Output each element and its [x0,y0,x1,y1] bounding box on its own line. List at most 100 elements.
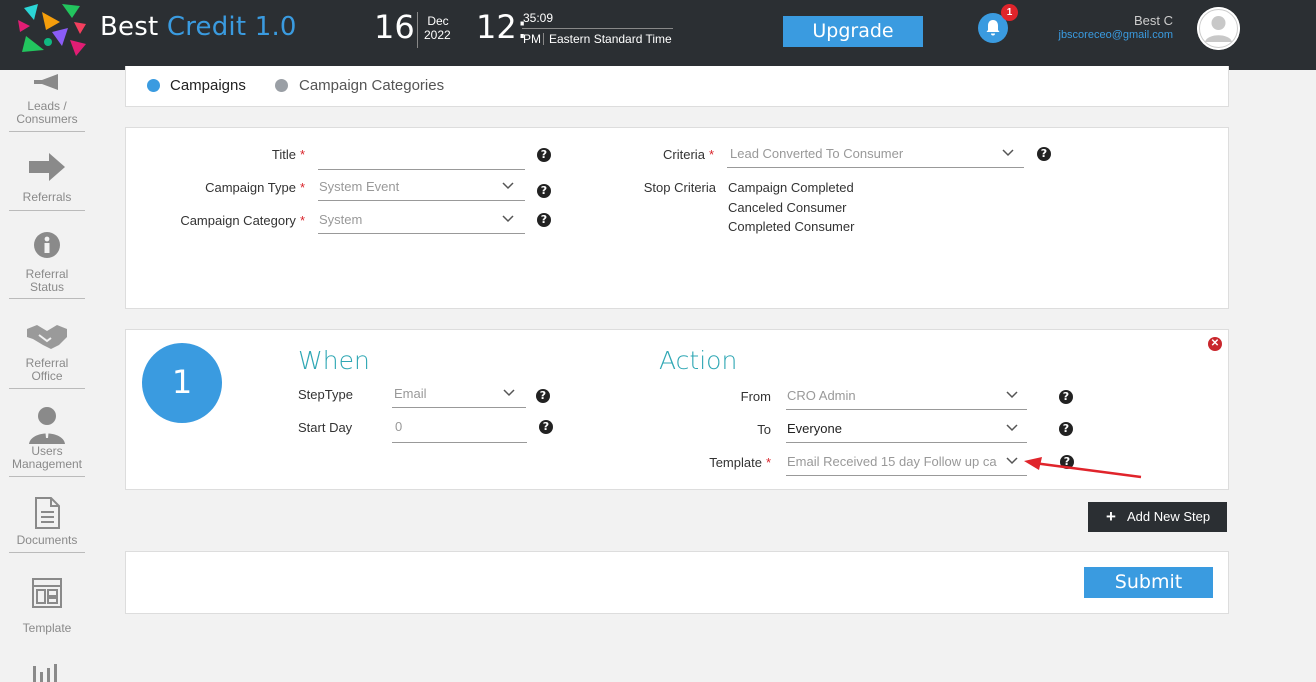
campaign-type-select[interactable]: System Event [319,179,399,194]
bell-icon [986,20,1000,36]
chevron-down-icon[interactable] [1002,149,1014,157]
brand-name: Best [100,12,167,42]
stop-criteria-item: Campaign Completed [728,180,854,195]
template-select[interactable]: Email Received 15 day Follow up ca [787,454,997,469]
chevron-down-icon[interactable] [1006,391,1018,399]
timezone: Eastern Standard Time [549,32,672,46]
annotation-arrow-icon [1024,457,1142,479]
help-icon[interactable]: ? [1059,422,1073,436]
sidebar-item-label: Documents [16,533,78,547]
chevron-down-icon[interactable] [1006,457,1018,465]
sidebar-divider [9,552,85,553]
help-icon[interactable]: ? [537,148,551,162]
stop-criteria-item: Canceled Consumer [728,200,847,215]
campaign-category-select[interactable]: System [319,212,362,227]
required-mark: * [765,455,771,470]
handshake-icon [27,325,67,349]
sidebar-item-referral-office[interactable]: Referral Office [9,323,85,383]
help-icon[interactable]: ? [1037,147,1051,161]
step-number-badge: 1 [142,343,222,423]
title-label: Title * [140,147,305,162]
radio-inactive-icon[interactable] [275,79,288,92]
criteria-label-text: Criteria [663,147,705,162]
action-heading: Action [659,346,738,375]
submit-panel [125,551,1229,614]
sidebar-item-referral-status[interactable]: Referral Status [9,231,85,294]
when-heading: When [298,346,370,375]
from-select[interactable]: CRO Admin [787,388,856,403]
chevron-down-icon[interactable] [502,215,514,223]
sidebar-item-label: Referrals [22,190,72,204]
startday-input[interactable]: 0 [395,419,402,434]
steptype-underline [392,407,526,408]
date-day: 16 [374,8,415,46]
upgrade-button[interactable]: Upgrade [783,16,923,47]
time-divider [522,28,673,29]
sidebar-item-users[interactable]: Users Management [9,404,85,471]
criteria-select[interactable]: Lead Converted To Consumer [730,146,903,161]
to-label: To [757,422,771,437]
sidebar-item-label: Referral Status [25,267,69,294]
document-icon [35,497,60,529]
chevron-down-icon[interactable] [503,389,515,397]
tab-campaign-categories[interactable]: Campaign Categories [299,77,444,94]
radio-active-icon[interactable] [147,79,160,92]
template-label-text: Template [709,455,762,470]
notification-badge: 1 [1001,4,1018,21]
sidebar-item-documents[interactable]: Documents [9,497,85,547]
template-underline [786,475,1027,476]
help-icon[interactable]: ? [539,420,553,434]
sidebar-item-leads[interactable]: Leads / Consumers [9,74,85,126]
sidebar-divider [9,298,85,299]
date-month: Dec [427,14,449,28]
time-minutes-seconds: 35:09 [523,11,554,25]
time-hour: 12: [476,8,528,46]
template-icon [32,578,62,608]
steptype-label: StepType [298,387,353,402]
campaign-type-label: Campaign Type * [140,180,305,195]
from-underline [786,409,1027,410]
tab-campaigns[interactable]: Campaigns [170,77,246,94]
add-new-step-button[interactable]: + Add New Step [1088,502,1227,532]
to-select[interactable]: Everyone [787,421,842,436]
help-icon[interactable]: ? [1059,390,1073,404]
user-icon [29,407,65,444]
megaphone-icon [34,74,58,90]
chevron-down-icon[interactable] [1006,424,1018,432]
startday-label: Start Day [298,420,353,435]
user-avatar-icon [1197,7,1240,50]
tabs-panel [125,66,1229,107]
avatar[interactable] [1197,7,1240,50]
title-label-text: Title [271,147,296,162]
title-input[interactable] [318,169,525,170]
campaign-category-label-text: Campaign Category [180,213,296,228]
steptype-select[interactable]: Email [394,386,427,401]
arrow-right-icon [29,153,65,181]
required-mark: * [708,147,714,162]
help-icon[interactable]: ? [536,389,550,403]
stop-criteria-label: Stop Criteria [643,180,716,195]
help-icon[interactable]: ? [537,213,551,227]
top-bar: Best Credit 1.0 16 Dec 2022 12: 35:09 PM… [0,0,1316,70]
submit-button[interactable]: Submit [1084,567,1213,598]
chevron-down-icon[interactable] [502,182,514,190]
campaign-type-label-text: Campaign Type [205,180,296,195]
time-ampm: PM [523,32,541,46]
sidebar-item-label: Users Management [11,444,83,471]
sidebar-item-referrals[interactable]: Referrals [9,153,85,204]
required-mark: * [299,213,305,228]
add-new-step-label: Add New Step [1127,509,1211,524]
sidebar-item-template[interactable]: Template [9,578,85,635]
user-name[interactable]: Best C [1070,13,1173,28]
plus-icon: + [1106,507,1116,526]
sidebar-item-reports[interactable] [9,662,85,682]
help-icon[interactable]: ? [537,184,551,198]
brand-title: Best Credit 1.0 [100,12,297,42]
logo-icon[interactable] [16,2,90,56]
sidebar-item-label: Referral Office [25,356,69,383]
sidebar-divider [9,388,85,389]
close-icon[interactable]: ✕ [1208,337,1222,351]
sidebar-divider [9,210,85,211]
user-email[interactable]: jbscoreceo@gmail.com [1030,29,1174,41]
campaign-category-underline [318,233,525,234]
